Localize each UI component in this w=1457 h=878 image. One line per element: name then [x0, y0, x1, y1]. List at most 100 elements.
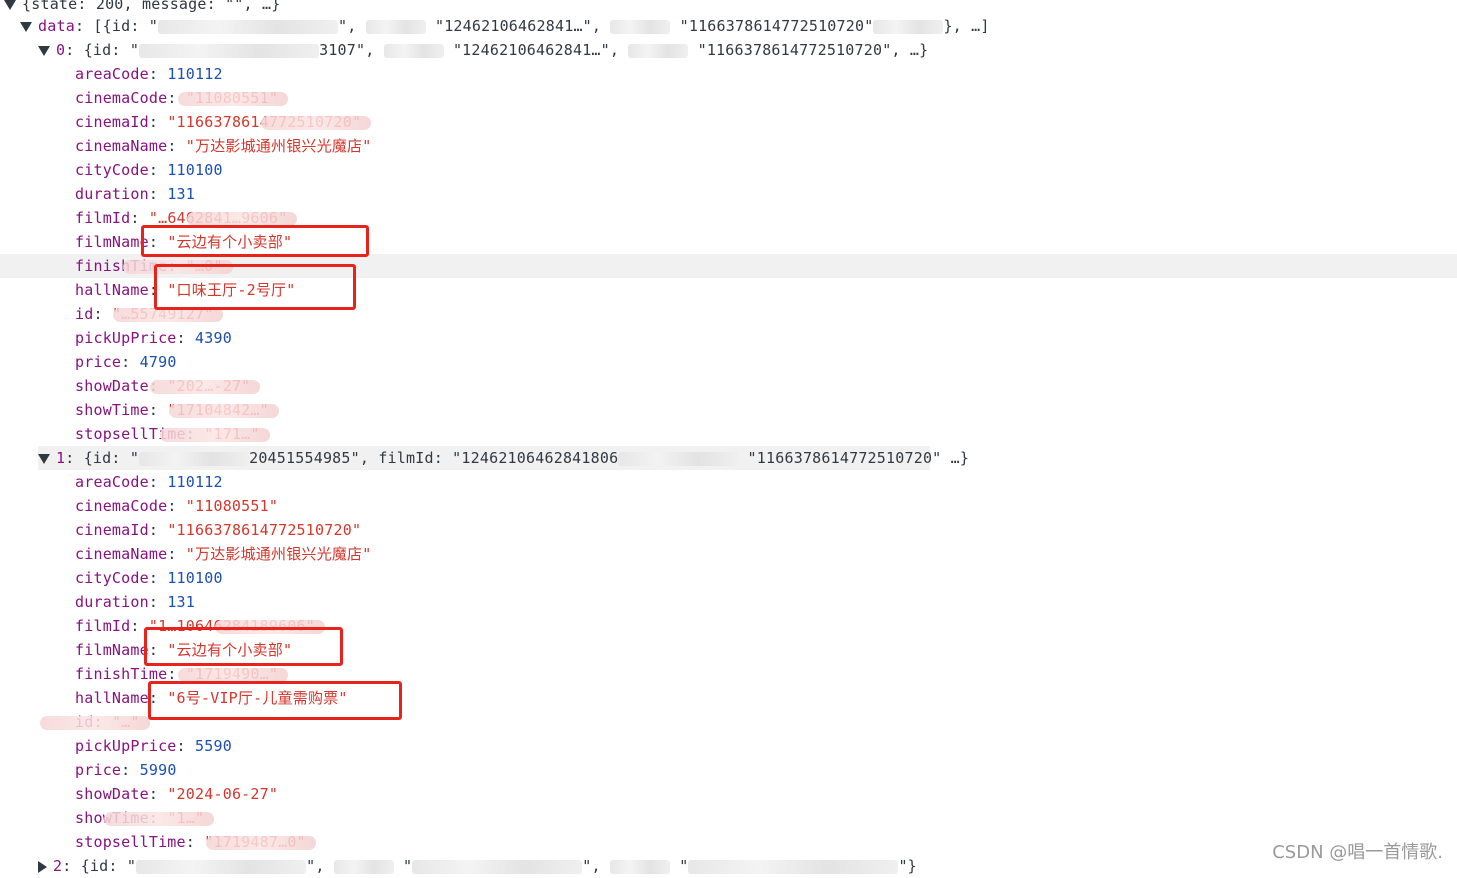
- field-stopselltime[interactable]: stopsellTime: "1719487…0": [75, 830, 316, 854]
- field-key: id: [75, 305, 94, 323]
- field-value: 4790: [139, 353, 177, 371]
- field-key: showDate: [75, 377, 149, 395]
- redaction-mask: [159, 427, 270, 442]
- field-price[interactable]: price: 5990: [75, 758, 177, 782]
- data-key: data: [38, 17, 75, 35]
- field-finishtime[interactable]: finishTime: "…0": [0, 254, 1457, 278]
- collapse-triangle-icon[interactable]: [38, 45, 50, 56]
- redaction-mask: [168, 403, 279, 418]
- redaction-mask: [205, 835, 316, 850]
- colon: :: [176, 737, 196, 755]
- field-value: 131: [167, 185, 196, 203]
- field-key: areaCode: [75, 65, 149, 83]
- field-key: hallName: [75, 281, 149, 299]
- field-showtime[interactable]: showTime: "17104842…": [75, 398, 279, 422]
- field-value: "1166378614772510720": [167, 521, 362, 539]
- item-index: 2: [53, 857, 63, 875]
- field-value: "万达影城通州银兴光魔店": [185, 545, 372, 563]
- field-key: pickUpPrice: [75, 737, 177, 755]
- field-key: filmId: [75, 209, 131, 227]
- field-id[interactable]: id: "…": [39, 710, 150, 734]
- colon: :: [185, 833, 205, 851]
- field-finishtime[interactable]: finishTime: "1719490…": [75, 662, 289, 686]
- field-filmid[interactable]: filmId: "…6462841…9606": [75, 206, 298, 230]
- field-citycode[interactable]: cityCode: 110100: [75, 158, 223, 182]
- field-duration[interactable]: duration: 131: [75, 590, 195, 614]
- field-citycode[interactable]: cityCode: 110100: [75, 566, 223, 590]
- colon: :: [148, 593, 168, 611]
- field-cinemaid[interactable]: cinemaId: "1166378614772510720": [75, 518, 361, 542]
- redaction-mask: [150, 379, 261, 394]
- field-key: cinemaCode: [75, 89, 168, 107]
- field-key: filmId: [75, 617, 131, 635]
- field-key: price: [75, 353, 122, 371]
- colon: :: [148, 401, 168, 419]
- collapse-triangle-icon[interactable]: [38, 453, 50, 464]
- field-cinemaname[interactable]: cinemaName: "万达影城通州银兴光魔店": [75, 134, 371, 158]
- redaction-mask: [178, 91, 289, 106]
- field-key: price: [75, 761, 122, 779]
- field-value: "6号-VIP厅-儿童需购票": [167, 689, 348, 707]
- field-key: finishTime: [75, 665, 168, 683]
- field-value: 110112: [167, 473, 223, 491]
- field-key: cinemaName: [75, 545, 168, 563]
- item-0-header[interactable]: 0: {id: " 3107", "12462106462841…", "1166…: [38, 38, 928, 62]
- colon: :: [148, 689, 168, 707]
- field-filmid[interactable]: filmId: "1…10646284189606": [75, 614, 326, 638]
- field-cinemaid[interactable]: cinemaId: "1166378614772510720": [75, 110, 372, 134]
- field-hallname[interactable]: hallName: "6号-VIP厅-儿童需购票": [75, 686, 348, 710]
- field-showdate[interactable]: showDate: "2024-06-27": [75, 782, 278, 806]
- item-2-header[interactable]: 2: {id: " ", " ", " "}: [38, 854, 917, 878]
- colon: :: [148, 65, 168, 83]
- item-1-header[interactable]: 1: {id: " 20451554985", filmId: "12462106…: [38, 446, 969, 470]
- field-hallname[interactable]: hallName: "口味王厅-2号厅": [75, 278, 295, 302]
- field-duration[interactable]: duration: 131: [75, 182, 195, 206]
- field-areacode[interactable]: areaCode: 110112: [75, 470, 223, 494]
- field-cinemaname[interactable]: cinemaName: "万达影城通州银兴光魔店": [75, 542, 371, 566]
- field-key: filmName: [75, 641, 149, 659]
- colon: :: [148, 569, 168, 587]
- field-key: duration: [75, 593, 149, 611]
- field-pickupprice[interactable]: pickUpPrice: 4390: [75, 326, 232, 350]
- field-filmname[interactable]: filmName: "云边有个小卖部": [75, 638, 292, 662]
- data-summary: [{id: " ", "12462106462841…", "1166378614…: [93, 17, 990, 35]
- item-index: 0: [56, 41, 66, 59]
- field-showdate[interactable]: showDate: "202…-27": [75, 374, 261, 398]
- field-stopselltime[interactable]: stopsellTime: "171…": [75, 422, 270, 446]
- redaction-mask: [39, 715, 150, 730]
- field-id[interactable]: id: "…55749127": [75, 302, 224, 326]
- field-key: cinemaName: [75, 137, 168, 155]
- field-cinemacode[interactable]: cinemaCode: "11080551": [75, 86, 289, 110]
- field-key: duration: [75, 185, 149, 203]
- field-value: "万达影城通州银兴光魔店": [185, 137, 372, 155]
- colon: :: [148, 113, 168, 131]
- colon: :: [167, 137, 186, 155]
- field-value: 110112: [167, 65, 223, 83]
- field-value: "2024-06-27": [167, 785, 279, 803]
- field-value: 5590: [195, 737, 232, 755]
- colon: :: [148, 473, 168, 491]
- colon: :: [148, 281, 168, 299]
- field-showtime[interactable]: showTime: "1…": [75, 806, 215, 830]
- colon: :: [148, 785, 168, 803]
- redaction-mask: [187, 211, 298, 226]
- expand-triangle-icon[interactable]: [38, 860, 47, 873]
- field-pickupprice[interactable]: pickUpPrice: 5590: [75, 734, 232, 758]
- redaction-mask: [122, 259, 233, 274]
- field-cinemacode[interactable]: cinemaCode: "11080551": [75, 494, 278, 518]
- field-value: 5990: [139, 761, 177, 779]
- field-value: 110100: [167, 569, 223, 587]
- redaction-mask: [104, 811, 215, 826]
- colon: :: [148, 521, 168, 539]
- field-areacode[interactable]: areaCode: 110112: [75, 62, 223, 86]
- field-key: cinemaCode: [75, 497, 168, 515]
- colon: :: [148, 641, 168, 659]
- data-array-line[interactable]: data: [{id: " ", "12462106462841…", "1166…: [20, 14, 990, 38]
- colon: :: [93, 305, 112, 323]
- redaction-mask: [113, 307, 224, 322]
- root-summary: {state: 200, message: "", …}: [22, 0, 281, 13]
- collapse-triangle-icon[interactable]: [20, 21, 32, 32]
- field-price[interactable]: price: 4790: [75, 350, 177, 374]
- field-filmname[interactable]: filmName: "云边有个小卖部": [75, 230, 292, 254]
- collapse-triangle-icon[interactable]: [4, 0, 16, 10]
